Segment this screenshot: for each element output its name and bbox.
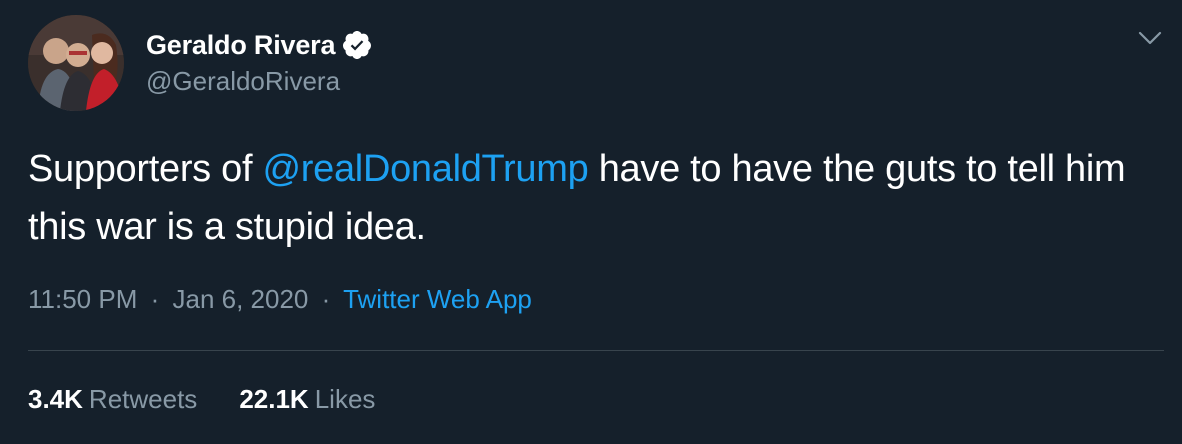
tweet-text-before: Supporters of [28, 148, 263, 190]
verified-badge-icon [343, 31, 372, 59]
tweet-card: Geraldo Rivera @GeraldoRivera Supporters… [0, 0, 1182, 444]
tweet-meta: 11:50 PM · Jan 6, 2020 · Twitter Web App [28, 284, 532, 315]
mention-link[interactable]: @realDonaldTrump [263, 148, 589, 190]
tweet-source-link[interactable]: Twitter Web App [343, 284, 532, 314]
tweet-stats: 3.4K Retweets 22.1K Likes [28, 384, 417, 415]
retweets-label: Retweets [88, 384, 198, 414]
author-display-name[interactable]: Geraldo Rivera [146, 30, 335, 61]
chevron-down-icon[interactable] [1137, 28, 1163, 48]
divider [28, 350, 1164, 351]
meta-separator: · [150, 284, 160, 314]
tweet-time[interactable]: 11:50 PM [28, 284, 137, 314]
retweets-count: 3.4K [28, 384, 83, 414]
likes-label: Likes [314, 384, 376, 414]
likes-count: 22.1K [239, 384, 309, 414]
profile-photo [28, 15, 124, 111]
author-handle[interactable]: @GeraldoRivera [146, 66, 340, 97]
likes-stat[interactable]: 22.1K Likes [239, 384, 375, 415]
author-name-row[interactable]: Geraldo Rivera [146, 27, 373, 63]
tweet-text: Supporters of @realDonaldTrump have to h… [28, 140, 1158, 256]
avatar[interactable] [28, 15, 124, 111]
retweets-stat[interactable]: 3.4K Retweets [28, 384, 197, 415]
meta-separator: · [321, 284, 331, 314]
tweet-date[interactable]: Jan 6, 2020 [173, 284, 309, 314]
